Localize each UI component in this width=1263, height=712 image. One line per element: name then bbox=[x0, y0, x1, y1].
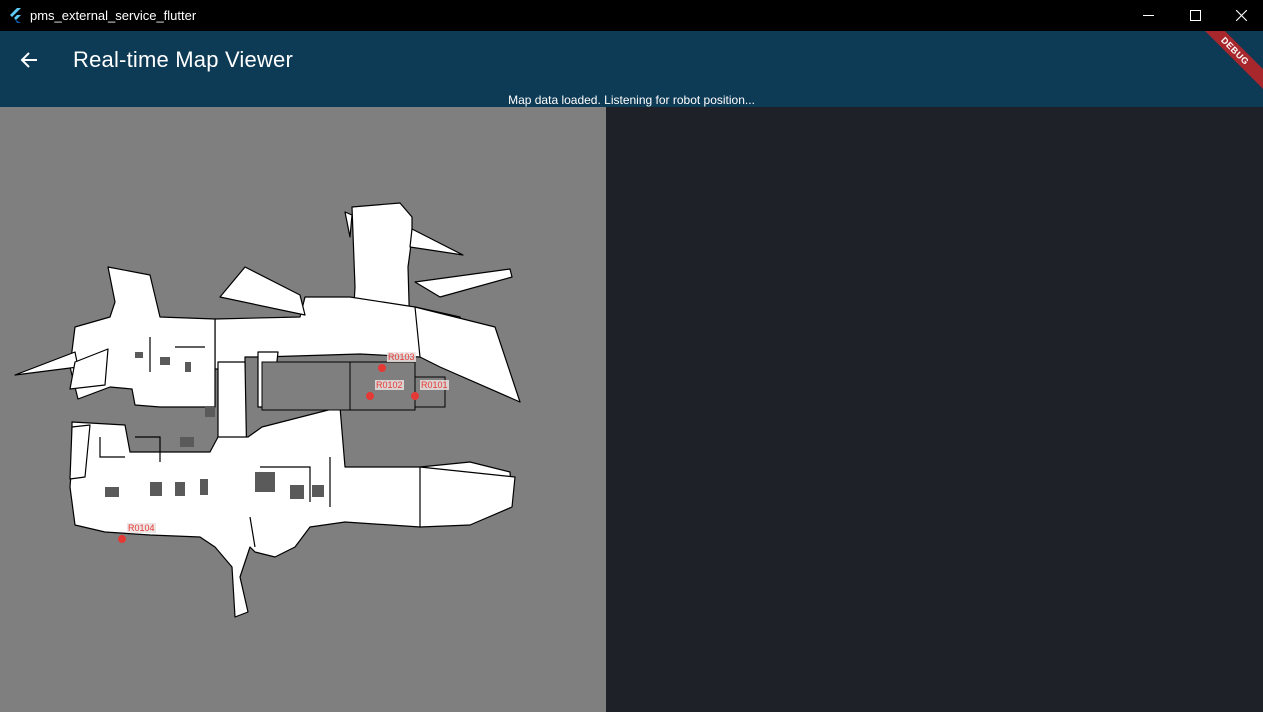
map-view[interactable]: R0103 R0102 R0101 R0104 bbox=[0, 107, 606, 712]
maximize-icon bbox=[1189, 10, 1201, 21]
robot-label: R0102 bbox=[375, 380, 404, 390]
robot-label: R0103 bbox=[387, 352, 416, 362]
robot-label: R0104 bbox=[127, 523, 156, 533]
robot-dot bbox=[411, 392, 419, 400]
maximize-button[interactable] bbox=[1172, 0, 1218, 31]
minimize-icon bbox=[1142, 15, 1154, 16]
window-title: pms_external_service_flutter bbox=[30, 8, 197, 23]
app-bar: Real-time Map Viewer Map data loaded. Li… bbox=[0, 31, 1263, 107]
robot-dot bbox=[366, 392, 374, 400]
debug-banner: DEBUG bbox=[1190, 31, 1263, 96]
robot-label: R0101 bbox=[420, 380, 449, 390]
page-title: Real-time Map Viewer bbox=[73, 47, 294, 72]
close-button[interactable] bbox=[1218, 0, 1263, 31]
arrow-back-icon bbox=[20, 52, 37, 68]
status-message: Map data loaded. Listening for robot pos… bbox=[508, 93, 755, 107]
robot-dot bbox=[378, 364, 386, 372]
back-button[interactable] bbox=[12, 43, 46, 77]
occupancy-grid-map bbox=[14, 202, 521, 618]
flutter-logo-icon bbox=[10, 8, 21, 23]
window-titlebar: pms_external_service_flutter bbox=[0, 0, 1263, 31]
details-panel bbox=[606, 107, 1263, 712]
robot-dot bbox=[118, 535, 126, 543]
close-icon bbox=[1235, 10, 1247, 21]
minimize-button[interactable] bbox=[1125, 0, 1171, 31]
